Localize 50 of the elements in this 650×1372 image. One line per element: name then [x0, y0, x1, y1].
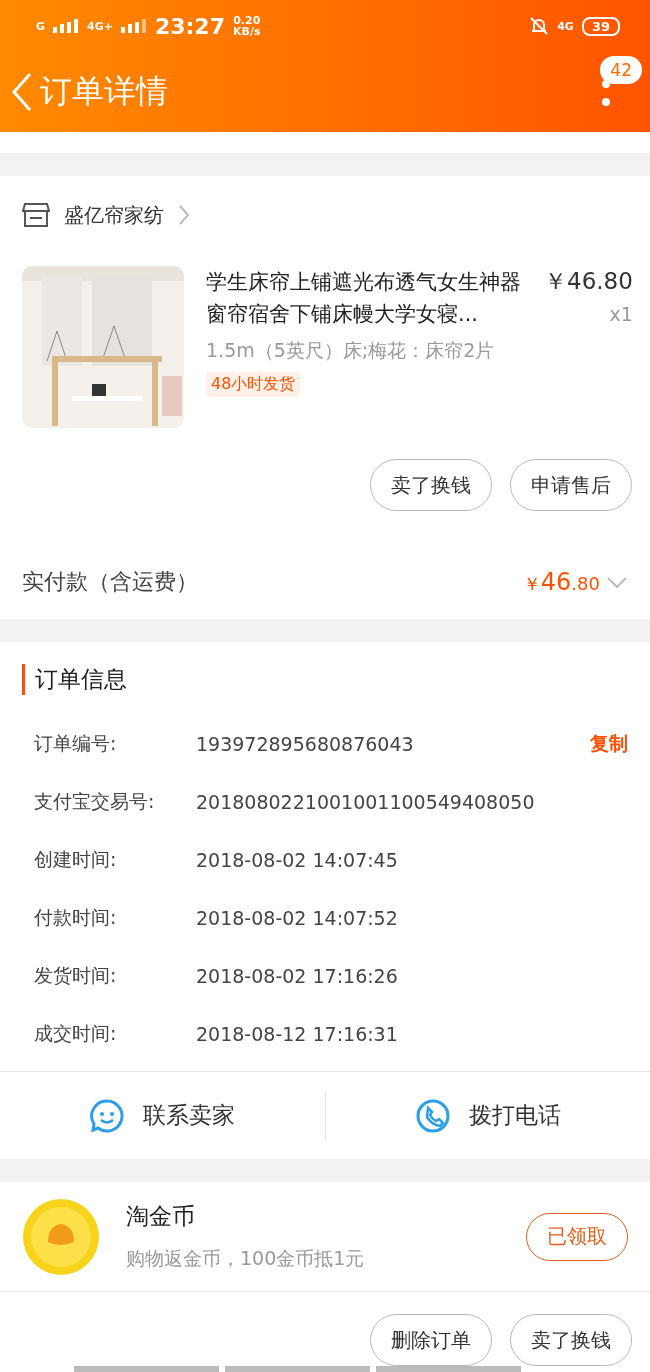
muted-bell-icon: [529, 16, 550, 36]
info-label: 创建时间:: [34, 847, 118, 872]
chevron-down-icon[interactable]: [606, 575, 628, 590]
network-label: 4G+: [87, 20, 113, 32]
product-quantity: x1: [609, 303, 633, 325]
page-title: 订单详情: [40, 71, 168, 112]
info-value: 2018-08-02 17:16:26: [196, 965, 399, 987]
network-label: 4G: [557, 20, 574, 32]
shop-name[interactable]: 盛亿帘家纺: [64, 201, 164, 229]
speed-value: 0.20: [233, 15, 261, 26]
info-label: 支付宝交易号:: [34, 789, 156, 814]
coin-icon: [22, 1197, 100, 1276]
chevron-right-icon: [178, 204, 190, 226]
product-spec: 1.5m（5英尺）床;梅花：床帘2片: [206, 338, 496, 363]
claimed-button[interactable]: 已领取: [526, 1212, 628, 1261]
smiley-chat-icon: [89, 1097, 126, 1134]
total-label: 实付款（含运费）: [22, 567, 198, 596]
order-action-button[interactable]: 删除订单: [370, 1314, 492, 1366]
order-action-button[interactable]: 卖了换钱: [510, 1314, 632, 1366]
back-icon[interactable]: [10, 72, 34, 112]
notification-badge: 42: [600, 56, 642, 84]
info-value: 193972895680876043: [196, 733, 415, 755]
info-value: 2018-08-02 14:07:52: [196, 907, 399, 929]
clock-time: 23:27: [154, 13, 225, 39]
speed-unit: KB/s: [232, 26, 261, 37]
order-action-button[interactable]: 卖了换钱: [370, 459, 492, 511]
info-label: 付款时间:: [34, 905, 118, 930]
store-icon: [22, 202, 50, 228]
info-value: 2018-08-02 14:07:45: [196, 849, 399, 871]
contact-button[interactable]: 拨打电话: [468, 1100, 561, 1131]
contact-button[interactable]: 联系卖家: [143, 1100, 236, 1131]
signal-icon: [120, 19, 147, 33]
total-amount: ￥46.80: [522, 567, 600, 596]
network-label: G: [36, 20, 46, 32]
coins-subtitle: 购物返金币，100金币抵1元: [126, 1246, 366, 1271]
phone-icon: [414, 1097, 451, 1134]
product-price: ￥46.80: [544, 267, 633, 296]
section-title: 订单信息: [22, 664, 628, 695]
shipping-tag: 48小时发货: [206, 372, 301, 397]
info-label: 订单编号:: [34, 731, 118, 756]
info-value: 2018080221001001100549408050: [196, 791, 536, 813]
battery-indicator: 39: [581, 16, 620, 36]
coins-title: 淘金币: [126, 1202, 196, 1231]
info-label: 发货时间:: [34, 963, 118, 988]
more-icon[interactable]: [602, 80, 610, 106]
order-action-button[interactable]: 申请售后: [510, 459, 632, 511]
product-title[interactable]: 学生床帘上铺遮光布透气女生神器窗帘宿舍下铺床幔大学女寝...: [206, 266, 536, 330]
info-value: 2018-08-12 17:16:31: [196, 1023, 399, 1045]
signal-icon: [53, 19, 80, 33]
info-label: 成交时间:: [34, 1021, 118, 1046]
